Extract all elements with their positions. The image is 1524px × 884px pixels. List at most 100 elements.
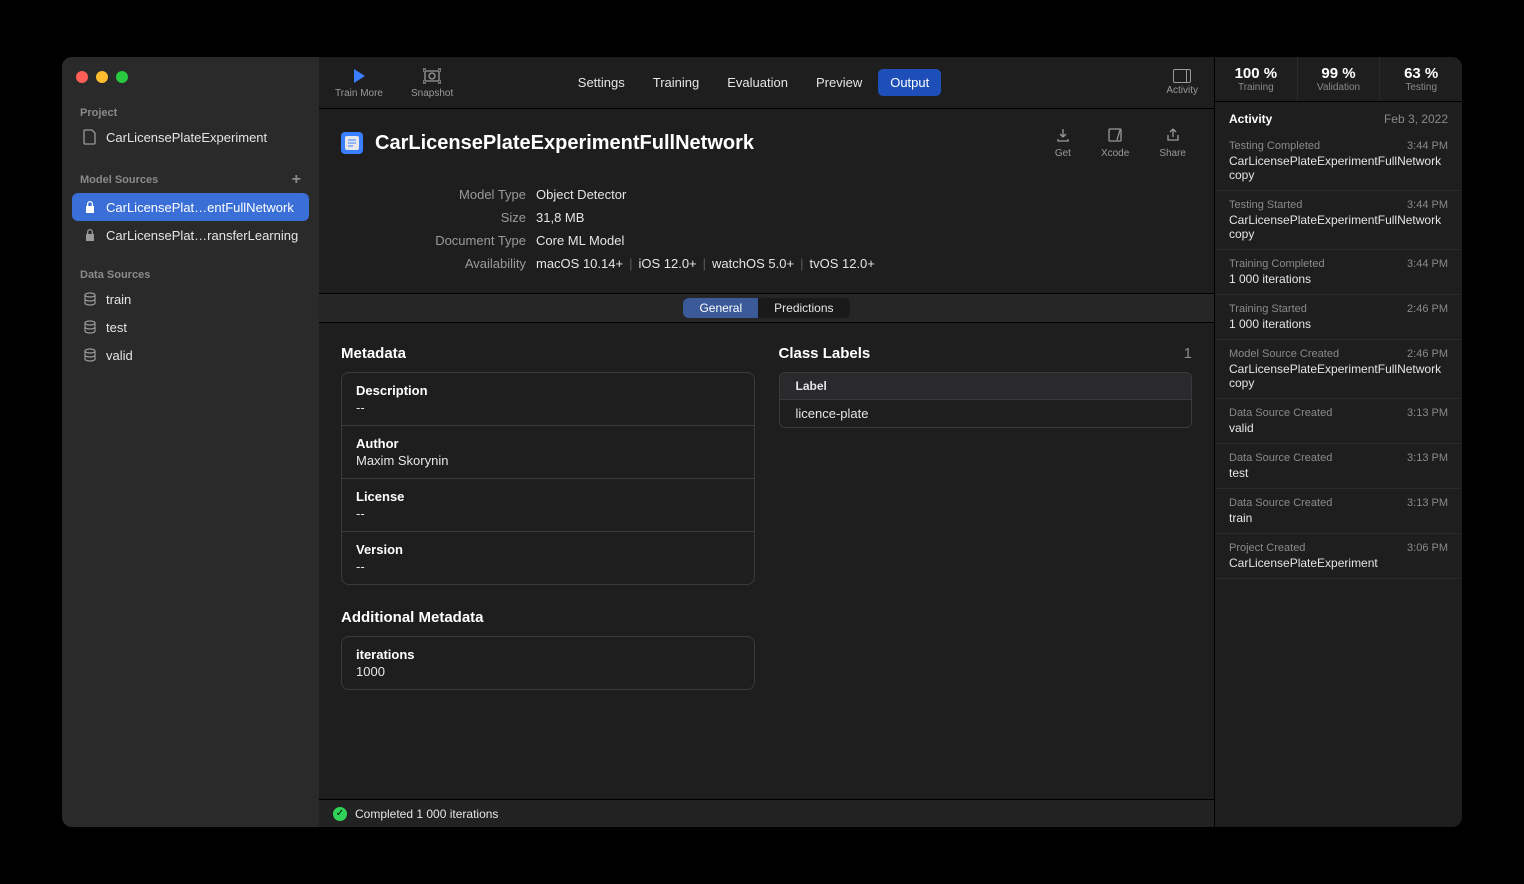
metric-value: 100 % xyxy=(1219,65,1293,82)
version-label: Version xyxy=(356,542,740,557)
tab-evaluation[interactable]: Evaluation xyxy=(715,69,800,96)
description-label: Description xyxy=(356,383,740,398)
class-labels-count: 1 xyxy=(1184,345,1192,362)
metric-label: Testing xyxy=(1384,82,1458,93)
iterations-value: 1000 xyxy=(356,664,740,679)
activity-item[interactable]: Training Started2:46 PM1 000 iterations xyxy=(1215,295,1462,340)
document-type-value: Core ML Model xyxy=(536,233,624,248)
fullscreen-window[interactable] xyxy=(116,71,128,83)
project-item[interactable]: CarLicensePlateExperiment xyxy=(72,123,309,151)
toolbar-tabs: Settings Training Evaluation Preview Out… xyxy=(566,69,941,96)
data-source-label: train xyxy=(106,292,131,307)
page-title: CarLicensePlateExperimentFullNetwork xyxy=(375,132,1043,155)
activity-item[interactable]: Testing Started3:44 PMCarLicensePlateExp… xyxy=(1215,191,1462,250)
status-bar: ✓ Completed 1 000 iterations xyxy=(319,799,1214,827)
label-row[interactable]: licence-plate xyxy=(780,400,1192,427)
project-header: Project xyxy=(72,99,309,123)
class-labels-heading: Class Labels xyxy=(779,345,871,362)
document-type-label: Document Type xyxy=(341,233,536,248)
model-source-item-1[interactable]: CarLicensePlat…ransferLearning xyxy=(72,221,309,249)
data-source-valid[interactable]: valid xyxy=(72,341,309,369)
snapshot-icon xyxy=(423,66,441,86)
lock-icon xyxy=(82,227,98,243)
activity-item[interactable]: Model Source Created2:46 PMCarLicensePla… xyxy=(1215,340,1462,399)
document-icon xyxy=(82,129,98,145)
data-sources-header: Data Sources xyxy=(72,261,309,285)
panel-icon xyxy=(1173,69,1191,83)
availability-label: Availability xyxy=(341,256,536,271)
project-label: CarLicensePlateExperiment xyxy=(106,130,267,145)
minimize-window[interactable] xyxy=(96,71,108,83)
database-icon xyxy=(82,319,98,335)
model-icon xyxy=(341,132,363,154)
license-value: -- xyxy=(356,506,740,521)
size-value: 31,8 MB xyxy=(536,210,584,225)
model-sources-label: Model Sources xyxy=(80,174,158,186)
main: Train More Snapshot Settings Training Ev… xyxy=(319,57,1214,827)
snapshot-button[interactable]: Snapshot xyxy=(411,66,453,99)
data-source-label: valid xyxy=(106,348,133,363)
model-source-label: CarLicensePlat…ransferLearning xyxy=(106,228,298,243)
data-source-test[interactable]: test xyxy=(72,313,309,341)
xcode-label: Xcode xyxy=(1101,148,1129,159)
activity-item[interactable]: Data Source Created3:13 PMtrain xyxy=(1215,489,1462,534)
label-column-header: Label xyxy=(780,373,1192,400)
model-source-label: CarLicensePlat…entFullNetwork xyxy=(106,200,294,215)
activity-label: Activity xyxy=(1166,85,1198,96)
model-type-value: Object Detector xyxy=(536,187,626,202)
data-source-train[interactable]: train xyxy=(72,285,309,313)
tab-preview[interactable]: Preview xyxy=(804,69,874,96)
metric-label: Training xyxy=(1219,82,1293,93)
get-label: Get xyxy=(1055,148,1071,159)
xcode-button[interactable]: Xcode xyxy=(1101,127,1129,159)
activity-item[interactable]: Training Completed3:44 PM1 000 iteration… xyxy=(1215,250,1462,295)
snapshot-label: Snapshot xyxy=(411,88,453,99)
subtab-general[interactable]: General xyxy=(683,298,758,318)
share-icon xyxy=(1165,127,1181,145)
author-label: Author xyxy=(356,436,740,451)
share-button[interactable]: Share xyxy=(1159,127,1186,159)
content: CarLicensePlateExperimentFullNetwork Get… xyxy=(319,109,1214,799)
database-icon xyxy=(82,347,98,363)
status-text: Completed 1 000 iterations xyxy=(355,807,498,821)
window-controls xyxy=(62,57,319,93)
activity-item[interactable]: Testing Completed3:44 PMCarLicensePlateE… xyxy=(1215,132,1462,191)
get-button[interactable]: Get xyxy=(1055,127,1071,159)
activity-panel: 100 % Training 99 % Validation 63 % Test… xyxy=(1214,57,1462,827)
model-sources-header: Model Sources + xyxy=(72,163,309,193)
tab-output[interactable]: Output xyxy=(878,69,941,96)
train-more-label: Train More xyxy=(335,88,383,99)
xcode-icon xyxy=(1107,127,1123,145)
info-grid: Model Type Object Detector Size 31,8 MB … xyxy=(319,177,1214,293)
tab-training[interactable]: Training xyxy=(641,69,711,96)
activity-item[interactable]: Data Source Created3:13 PMvalid xyxy=(1215,399,1462,444)
subtab-predictions[interactable]: Predictions xyxy=(758,298,849,318)
check-icon: ✓ xyxy=(333,807,347,821)
database-icon xyxy=(82,291,98,307)
add-model-source-button[interactable]: + xyxy=(292,171,301,189)
toolbar: Train More Snapshot Settings Training Ev… xyxy=(319,57,1214,109)
metric-testing: 63 % Testing xyxy=(1380,57,1462,101)
metadata-heading: Metadata xyxy=(341,345,755,362)
model-source-item-0[interactable]: CarLicensePlat…entFullNetwork xyxy=(72,193,309,221)
metadata-panel: Metadata Description -- Author Maxim Sko… xyxy=(341,345,755,690)
sidebar: Project CarLicensePlateExperiment Model … xyxy=(62,57,319,827)
description-value: -- xyxy=(356,400,740,415)
iterations-label: iterations xyxy=(356,647,740,662)
metric-validation: 99 % Validation xyxy=(1298,57,1381,101)
play-icon xyxy=(352,66,366,86)
close-window[interactable] xyxy=(76,71,88,83)
metric-value: 99 % xyxy=(1302,65,1376,82)
activity-item[interactable]: Data Source Created3:13 PMtest xyxy=(1215,444,1462,489)
tab-settings[interactable]: Settings xyxy=(566,69,637,96)
license-label: License xyxy=(356,489,740,504)
activity-item[interactable]: Project Created3:06 PMCarLicensePlateExp… xyxy=(1215,534,1462,579)
share-label: Share xyxy=(1159,148,1186,159)
download-icon xyxy=(1055,127,1071,145)
app-window: Project CarLicensePlateExperiment Model … xyxy=(62,57,1462,827)
size-label: Size xyxy=(341,210,536,225)
model-type-label: Model Type xyxy=(341,187,536,202)
availability-value: macOS 10.14+|iOS 12.0+|watchOS 5.0+|tvOS… xyxy=(536,256,875,271)
activity-toggle-button[interactable]: Activity xyxy=(1166,69,1198,96)
train-more-button[interactable]: Train More xyxy=(335,66,383,99)
